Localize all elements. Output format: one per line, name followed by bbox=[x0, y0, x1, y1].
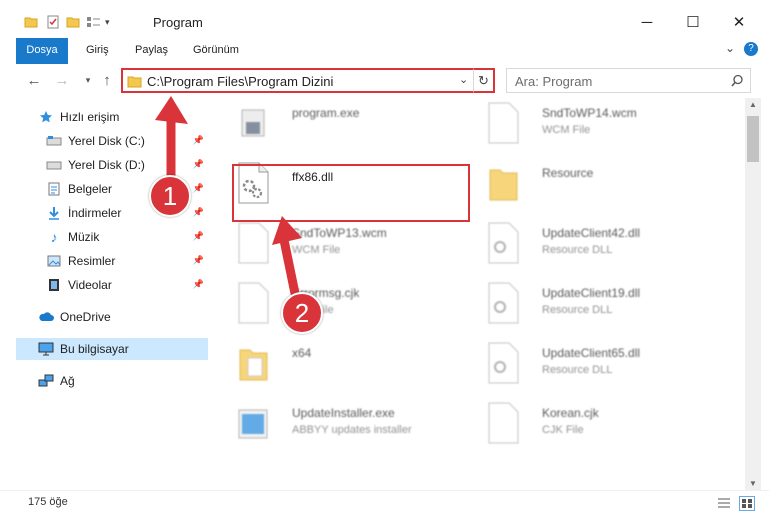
bottom-strip bbox=[0, 514, 769, 528]
arrow-1 bbox=[155, 96, 303, 313]
step-badge-1: 1 bbox=[149, 175, 191, 217]
step-badge-2: 2 bbox=[281, 292, 323, 334]
